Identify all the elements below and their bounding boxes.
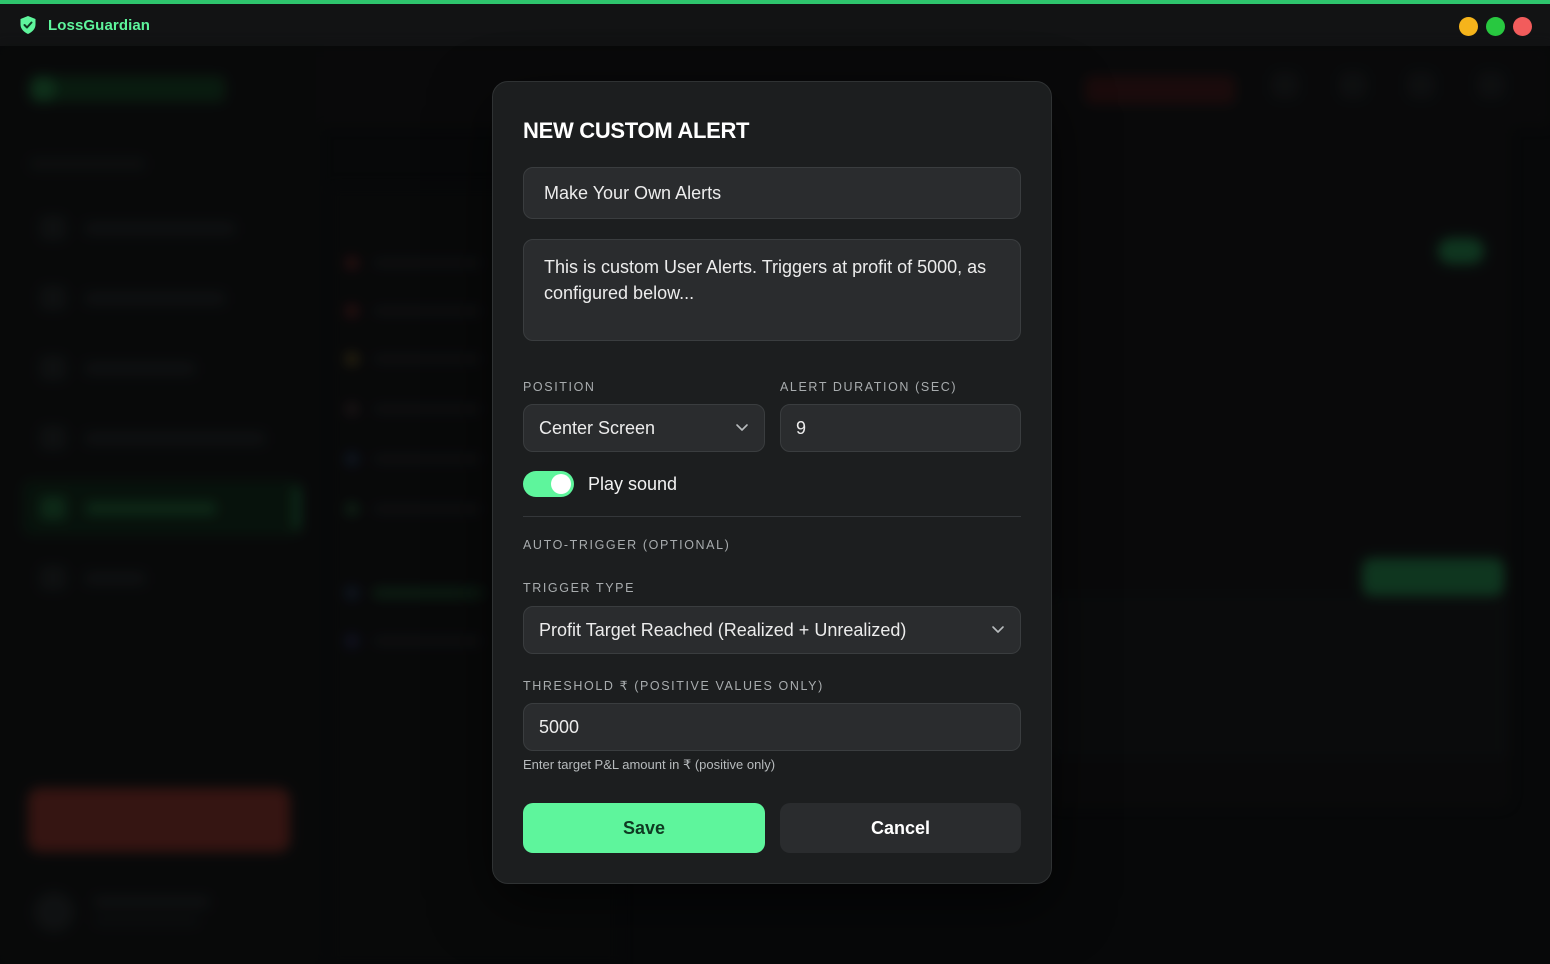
dialog-title: NEW CUSTOM ALERT (523, 118, 750, 143)
toggle-knob (551, 474, 571, 494)
trigger-type-select[interactable]: Profit Target Reached (Realized + Unreal… (523, 606, 1021, 654)
trigger-type-value: Profit Target Reached (Realized + Unreal… (539, 620, 907, 640)
divider (523, 516, 1021, 517)
duration-label: ALERT DURATION (SEC) (780, 380, 958, 394)
threshold-input[interactable]: 5000 (523, 703, 1021, 751)
play-sound-label: Play sound (588, 474, 678, 494)
maximize-button[interactable] (1486, 17, 1505, 36)
save-button[interactable]: Save (523, 803, 765, 853)
auto-trigger-label: AUTO-TRIGGER (OPTIONAL) (523, 538, 731, 552)
duration-input[interactable]: 9 (780, 404, 1021, 452)
position-select[interactable]: Center Screen (523, 404, 765, 452)
chevron-down-icon (736, 424, 748, 431)
threshold-hint: Enter target P&L amount in ₹ (positive o… (523, 757, 776, 772)
new-custom-alert-dialog: NEW CUSTOM ALERT Make Your Own Alerts Th… (492, 81, 1052, 884)
cancel-button[interactable]: Cancel (780, 803, 1021, 853)
threshold-label: THRESHOLD ₹ (POSITIVE VALUES ONLY) (523, 679, 824, 693)
play-sound-toggle[interactable] (523, 471, 574, 497)
alert-name-input[interactable]: Make Your Own Alerts (523, 167, 1021, 219)
alert-description-textarea[interactable]: This is custom User Alerts. Triggers at … (523, 239, 1021, 341)
app-title: LossGuardian (48, 16, 151, 34)
close-window-button[interactable] (1513, 17, 1532, 36)
title-bar: LossGuardian (0, 0, 1550, 46)
position-label: POSITION (523, 380, 596, 394)
shield-icon (20, 16, 36, 34)
chevron-down-icon (992, 626, 1004, 633)
window-controls (1459, 17, 1532, 36)
minimize-button[interactable] (1459, 17, 1478, 36)
position-value: Center Screen (539, 418, 656, 438)
trigger-type-label: TRIGGER TYPE (523, 581, 636, 595)
